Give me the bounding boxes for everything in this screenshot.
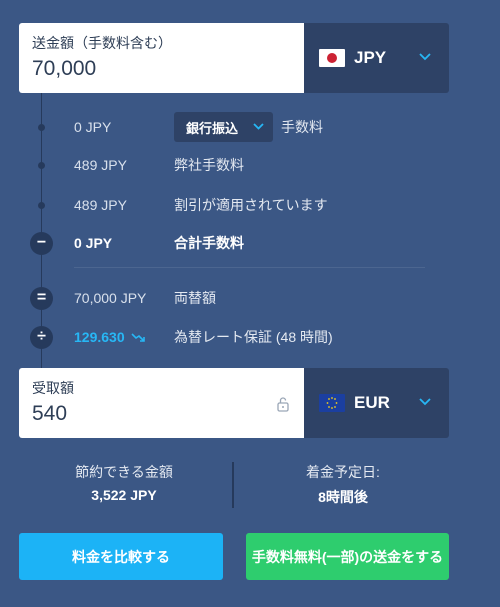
method-fee-label: 手数料 — [281, 119, 323, 135]
fee-row-method: 0 JPY 銀行振込 手数料 — [0, 112, 500, 142]
equals-icon: = — [30, 286, 53, 310]
receive-amount-panel: 受取額 540 EUR — [19, 368, 449, 438]
chevron-down-icon — [419, 53, 431, 61]
jp-flag-icon — [319, 49, 345, 67]
unlock-icon[interactable] — [276, 396, 290, 412]
method-fee-amount: 0 JPY — [74, 119, 112, 135]
minus-icon: − — [30, 231, 53, 255]
arrival-value: 8時間後 — [318, 489, 368, 505]
timeline-dot — [38, 161, 45, 169]
send-amount-panel: 送金額（手数料含む） 70,000 JPY — [19, 23, 449, 93]
send-amount-field[interactable]: 送金額（手数料含む） 70,000 — [19, 23, 304, 93]
savings-summary: 節約できる金額 3,522 JPY — [19, 462, 229, 503]
receive-currency-code: EUR — [354, 393, 390, 412]
eu-flag-icon — [319, 394, 345, 412]
receive-currency-select[interactable]: EUR — [304, 368, 449, 438]
receive-amount-label: 受取額 — [32, 380, 74, 396]
savings-label: 節約できる金額 — [75, 464, 173, 480]
fee-separator — [74, 267, 425, 268]
payment-method-label: 銀行振込 — [186, 120, 239, 136]
total-fee-label: 合計手数料 — [174, 235, 244, 251]
send-currency-code: JPY — [354, 48, 387, 67]
timeline-dot — [38, 123, 45, 131]
our-fee-amount: 489 JPY — [74, 157, 127, 173]
send-money-button[interactable]: 手数料無料(一部)の送金をする — [246, 533, 449, 580]
our-fee-label: 弊社手数料 — [174, 157, 244, 173]
discount-label: 割引が適用されています — [174, 197, 328, 213]
chevron-down-icon — [253, 123, 264, 130]
receive-amount-input[interactable]: 540 — [32, 402, 292, 426]
receive-amount-field[interactable]: 受取額 540 — [19, 368, 304, 438]
send-currency-select[interactable]: JPY — [304, 23, 449, 93]
timeline-dot — [38, 201, 45, 209]
savings-value: 3,522 JPY — [91, 487, 157, 503]
rate-guarantee-label: 為替レート保証 (48 時間) — [174, 329, 333, 345]
fee-row-our-fee: 489 JPY 弊社手数料 — [0, 153, 500, 177]
exchange-rate[interactable]: 129.630 — [74, 329, 145, 345]
converted-amount: 70,000 JPY — [74, 290, 147, 306]
chevron-down-icon — [419, 398, 431, 406]
transfer-summary: 節約できる金額 3,522 JPY 着金予定日: 8時間後 — [0, 462, 500, 512]
payment-method-dropdown[interactable]: 銀行振込 — [174, 112, 273, 142]
arrival-summary: 着金予定日: 8時間後 — [237, 462, 449, 507]
trend-down-icon — [131, 333, 145, 342]
divide-icon: ÷ — [30, 325, 53, 349]
fee-row-discount: 489 JPY 割引が適用されています — [0, 193, 500, 217]
fee-row-converted: = 70,000 JPY 両替額 — [0, 286, 500, 310]
send-amount-input[interactable]: 70,000 — [32, 57, 292, 81]
converted-label: 両替額 — [174, 290, 216, 306]
send-amount-label: 送金額（手数料含む） — [32, 35, 172, 51]
discount-amount: 489 JPY — [74, 197, 127, 213]
total-fee-amount: 0 JPY — [74, 235, 113, 251]
fee-row-rate: ÷ 129.630 為替レート保証 (48 時間) — [0, 325, 500, 349]
arrival-label: 着金予定日: — [306, 464, 380, 480]
fee-row-total: − 0 JPY 合計手数料 — [0, 231, 500, 255]
compare-fees-button[interactable]: 料金を比較する — [19, 533, 223, 580]
summary-divider — [232, 462, 234, 508]
exchange-rate-value: 129.630 — [74, 329, 125, 345]
